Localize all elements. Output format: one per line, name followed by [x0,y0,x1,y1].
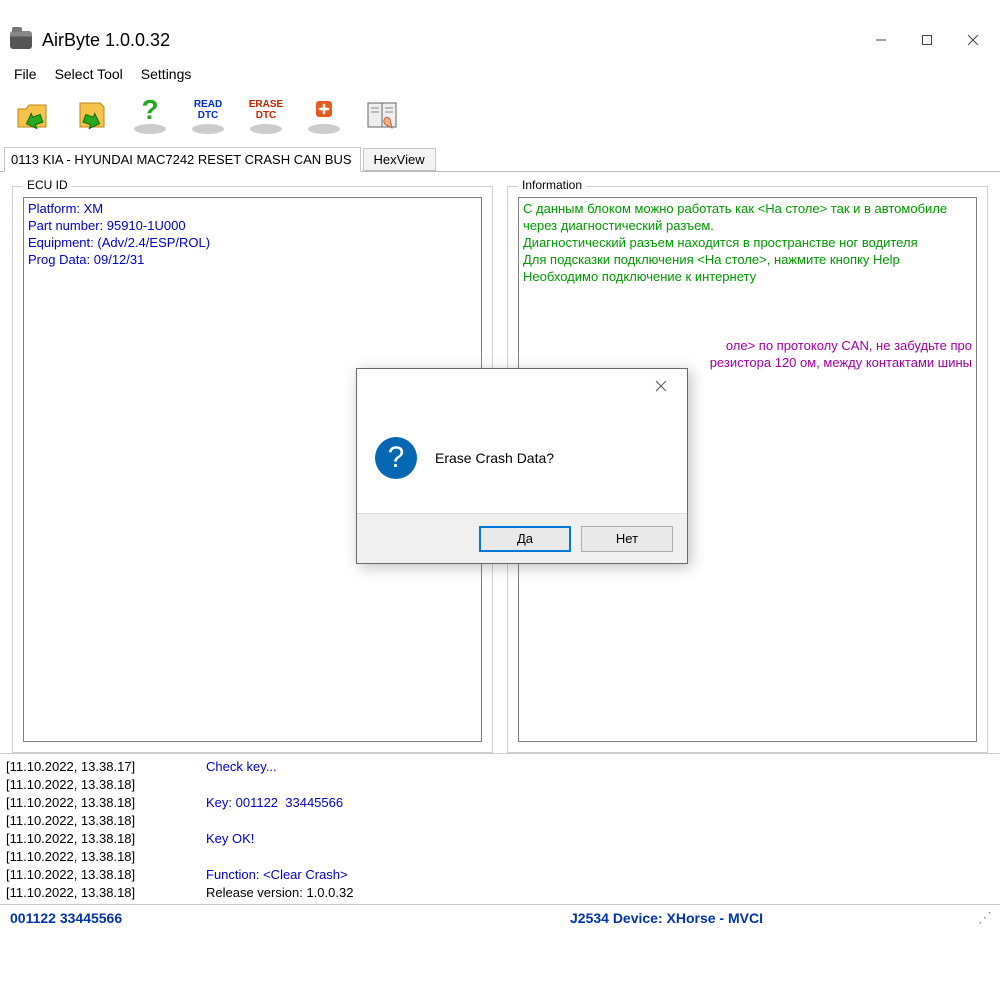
menu-bar: File Select Tool Settings [0,60,1000,88]
maximize-button[interactable] [904,24,950,56]
status-key: 001122 33445566 [10,910,570,926]
dialog-titlebar [357,369,687,403]
tab-hexview[interactable]: HexView [363,148,436,171]
help-button[interactable]: ? [122,90,178,140]
menu-file[interactable]: File [14,66,37,82]
question-icon: ? [375,437,417,479]
info-purple-1: оле> по протоколу CAN, не забудьте про [523,337,972,354]
svg-text:READ: READ [194,99,222,110]
menu-settings[interactable]: Settings [141,66,192,82]
window-title: AirByte 1.0.0.32 [42,30,170,51]
svg-text:DTC: DTC [256,110,277,121]
ecu-equip: Equipment: (Adv/2.4/ESP/ROL) [28,234,477,251]
log-row: [11.10.2022, 13.38.18] [6,812,994,830]
action-button[interactable] [296,90,352,140]
open-file-button[interactable] [6,90,62,140]
dialog-message: Erase Crash Data? [435,450,554,466]
window-controls [858,24,996,56]
read-dtc-button[interactable]: READDTC [180,90,236,140]
status-bar: 001122 33445566 J2534 Device: XHorse - M… [0,904,1000,930]
log-row: [11.10.2022, 13.38.18] [6,776,994,794]
ecu-prog: Prog Data: 09/12/31 [28,251,477,268]
confirm-dialog: ? Erase Crash Data? Да Нет [356,368,688,564]
ecu-platform: Platform: XM [28,200,477,217]
log-row: [11.10.2022, 13.38.18]Release version: 1… [6,884,994,902]
log-panel[interactable]: [11.10.2022, 13.38.17]Check key...[11.10… [0,753,1000,904]
log-row: [11.10.2022, 13.38.18] [6,848,994,866]
log-row: [11.10.2022, 13.38.18]Function: <Clear C… [6,866,994,884]
dialog-no-button[interactable]: Нет [581,526,673,552]
title-bar: AirByte 1.0.0.32 [0,20,1000,60]
close-button[interactable] [950,24,996,56]
resize-grip-icon[interactable]: ⋰ [978,909,990,926]
svg-text:DTC: DTC [198,110,219,121]
svg-text:?: ? [141,94,158,125]
info-line-4: Необходимо подключение к интернету [523,268,972,285]
tab-bar: 0113 KIA - HYUNDAI MAC7242 RESET CRASH C… [0,144,1000,172]
log-row: [11.10.2022, 13.38.18]Key: 001122 334455… [6,794,994,812]
info-legend: Information [518,178,586,192]
toolbar: ? READDTC ERASEDTC [0,88,1000,144]
svg-text:ERASE: ERASE [249,99,284,110]
save-file-button[interactable] [64,90,120,140]
dialog-body: ? Erase Crash Data? [357,403,687,513]
log-row: [11.10.2022, 13.38.18]Key OK! [6,830,994,848]
dialog-yes-button[interactable]: Да [479,526,571,552]
info-line-1: С данным блоком можно работать как <На с… [523,200,972,234]
app-icon [10,31,32,49]
erase-dtc-button[interactable]: ERASEDTC [238,90,294,140]
tab-main[interactable]: 0113 KIA - HYUNDAI MAC7242 RESET CRASH C… [4,147,361,172]
dialog-buttons: Да Нет [357,513,687,563]
manual-button[interactable] [354,90,410,140]
ecu-part: Part number: 95910-1U000 [28,217,477,234]
menu-select-tool[interactable]: Select Tool [55,66,123,82]
log-row: [11.10.2022, 13.38.17]Check key... [6,758,994,776]
status-device: J2534 Device: XHorse - MVCI [570,910,763,926]
dialog-close-button[interactable] [641,372,681,400]
info-line-3: Для подсказки подключения <На столе>, на… [523,251,972,268]
minimize-button[interactable] [858,24,904,56]
info-line-2: Диагностический разъем находится в прост… [523,234,972,251]
ecu-id-legend: ECU ID [23,178,72,192]
